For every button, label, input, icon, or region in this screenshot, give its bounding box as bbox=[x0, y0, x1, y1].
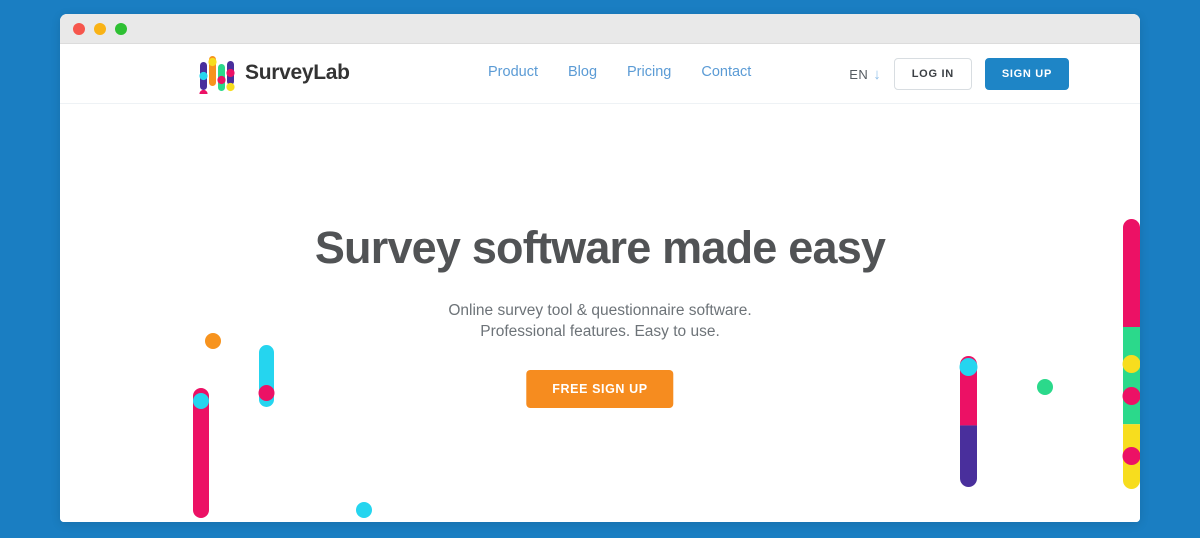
hero-subtitle-line-2: Professional features. Easy to use. bbox=[480, 323, 720, 340]
window-titlebar bbox=[60, 14, 1140, 44]
window-close-button[interactable] bbox=[73, 22, 85, 35]
language-selector[interactable]: EN ↓ bbox=[849, 67, 881, 82]
main-navigation: Product Blog Pricing Contact bbox=[488, 64, 751, 80]
hero-section: Survey software made easy Online survey … bbox=[60, 104, 1140, 522]
nav-item-blog[interactable]: Blog bbox=[568, 64, 597, 80]
window-zoom-button[interactable] bbox=[115, 22, 127, 35]
brand-name: SurveyLab bbox=[245, 61, 350, 84]
hero-subtitle-line-1: Online survey tool & questionnaire softw… bbox=[448, 302, 752, 319]
language-label: EN bbox=[849, 66, 869, 82]
free-sign-up-button[interactable]: FREE SIGN UP bbox=[526, 370, 674, 408]
log-in-button[interactable]: LOG IN bbox=[893, 58, 972, 90]
sign-up-button[interactable]: SIGN UP bbox=[984, 58, 1069, 90]
site-header: SurveyLab Product Blog Pricing Contact E… bbox=[60, 44, 1140, 104]
brand-logo-link[interactable]: SurveyLab bbox=[198, 52, 350, 94]
hero-subtitle: Online survey tool & questionnaire softw… bbox=[60, 300, 1140, 342]
page-content: SurveyLab Product Blog Pricing Contact E… bbox=[60, 44, 1140, 522]
browser-window: SurveyLab Product Blog Pricing Contact E… bbox=[60, 14, 1140, 522]
surveylab-logo-icon bbox=[199, 56, 235, 94]
header-actions: EN ↓ LOG IN SIGN UP bbox=[849, 58, 1069, 90]
window-minimize-button[interactable] bbox=[94, 22, 106, 35]
nav-item-contact[interactable]: Contact bbox=[701, 64, 751, 80]
hero-title: Survey software made easy bbox=[314, 222, 886, 273]
chevron-down-icon: ↓ bbox=[873, 65, 881, 83]
nav-item-product[interactable]: Product bbox=[488, 64, 538, 80]
nav-item-pricing[interactable]: Pricing bbox=[627, 64, 671, 80]
